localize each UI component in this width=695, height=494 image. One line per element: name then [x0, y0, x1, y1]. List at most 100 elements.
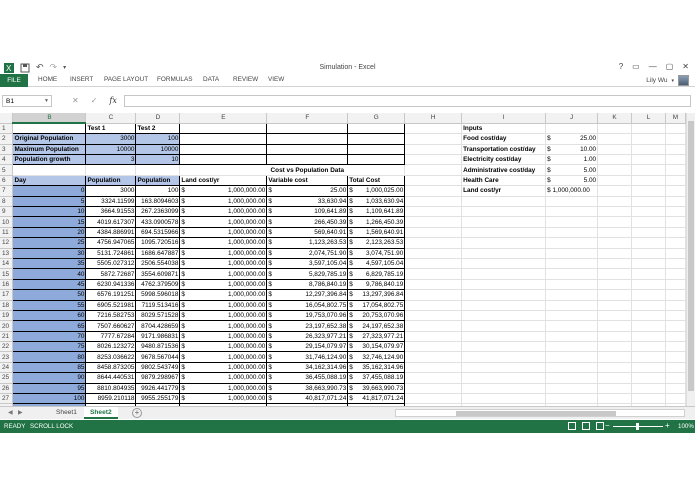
cell[interactable] — [85, 164, 137, 176]
column-header[interactable]: L — [631, 113, 666, 124]
row-header[interactable]: 14 — [0, 258, 14, 270]
cell[interactable] — [665, 185, 686, 197]
cell[interactable] — [597, 206, 633, 218]
cell[interactable] — [404, 289, 463, 301]
cell[interactable]: 60 — [12, 309, 87, 322]
column-header[interactable]: D — [135, 113, 181, 124]
cell[interactable] — [404, 383, 463, 395]
cell[interactable] — [631, 175, 666, 187]
cell[interactable]: $1,000,000.00 — [179, 393, 268, 405]
cell[interactable]: 5131.724861 — [85, 247, 137, 259]
user-account[interactable]: Lily Wu ▾ — [646, 75, 689, 86]
cell[interactable]: 100 — [12, 393, 87, 405]
cell[interactable]: $41,817,071.24 — [347, 393, 406, 405]
cell[interactable] — [631, 196, 666, 208]
cell[interactable] — [597, 341, 633, 353]
cell[interactable] — [179, 164, 267, 176]
cell[interactable] — [597, 372, 633, 384]
cell[interactable]: 267.2363099 — [135, 205, 181, 218]
chevron-down-icon[interactable]: ▼ — [44, 96, 49, 107]
cell[interactable]: 8959.210118 — [85, 393, 137, 405]
cell[interactable] — [597, 393, 633, 405]
tab-file[interactable]: FILE — [0, 74, 28, 87]
vertical-scrollbar[interactable] — [686, 113, 695, 406]
cell[interactable]: 6576.191251 — [85, 289, 137, 301]
cell[interactable] — [665, 383, 686, 395]
cell[interactable] — [347, 154, 406, 166]
cell[interactable] — [404, 154, 463, 166]
cell[interactable] — [631, 393, 666, 405]
cell[interactable] — [597, 268, 633, 280]
select-all-corner[interactable] — [0, 113, 14, 124]
cell[interactable]: 65 — [12, 320, 87, 332]
cell[interactable] — [631, 133, 666, 145]
cell[interactable] — [404, 268, 463, 280]
cell[interactable] — [631, 320, 666, 332]
cell[interactable] — [597, 300, 633, 311]
column-header[interactable]: E — [179, 113, 268, 124]
cell[interactable] — [545, 196, 599, 208]
cell[interactable] — [404, 279, 463, 291]
page-layout-view-icon[interactable] — [582, 422, 590, 430]
cell[interactable]: $109,641.89 — [266, 205, 349, 218]
cell[interactable]: $27,323,977.21 — [347, 330, 406, 343]
cell[interactable]: $1,000,000.00 — [179, 185, 268, 197]
cell[interactable]: $1,000,000.00 — [179, 372, 268, 384]
cell[interactable] — [12, 164, 87, 176]
cell[interactable] — [597, 227, 633, 239]
cell[interactable]: 5 — [12, 195, 87, 208]
cell[interactable]: $569,640.91 — [266, 226, 349, 239]
cell[interactable] — [545, 268, 599, 280]
cell[interactable]: $17,054,802.75 — [347, 299, 406, 311]
name-box[interactable]: B1 ▼ — [2, 95, 52, 107]
cell[interactable] — [461, 320, 547, 332]
cell[interactable] — [631, 279, 666, 291]
cell[interactable]: Cost vs Population Data — [266, 164, 348, 176]
cell[interactable] — [179, 154, 268, 166]
cell[interactable]: $1,000,000.00 — [179, 330, 268, 343]
cell[interactable] — [597, 289, 633, 301]
cell[interactable]: $1,000,000.00 — [179, 205, 268, 218]
cell[interactable]: 100 — [135, 185, 181, 197]
cell[interactable] — [631, 310, 666, 322]
cell[interactable]: 1686.647887 — [135, 247, 181, 259]
cell[interactable] — [461, 227, 547, 239]
cell[interactable] — [631, 144, 666, 156]
column-header[interactable]: I — [461, 113, 547, 124]
cell[interactable] — [665, 362, 686, 374]
cell[interactable]: 8810.804935 — [85, 382, 137, 395]
cell[interactable] — [545, 279, 599, 291]
cell[interactable] — [461, 258, 547, 270]
cell[interactable] — [665, 154, 686, 166]
cell[interactable] — [545, 123, 599, 135]
cell[interactable]: 4756.947065 — [85, 237, 137, 249]
cell[interactable] — [665, 268, 686, 280]
cell[interactable]: 9678.567044 — [135, 351, 181, 363]
cell[interactable]: $2,074,751.90 — [266, 247, 349, 259]
prev-sheet-icon[interactable]: ◀ — [8, 409, 13, 416]
cell[interactable]: $1,000,000.00 — [179, 299, 268, 311]
cell[interactable]: 50 — [12, 289, 87, 301]
row-header[interactable]: 11 — [0, 227, 14, 239]
cell[interactable]: $1,000,000.00 — [179, 341, 268, 353]
cell[interactable]: 55 — [12, 299, 87, 311]
insert-function-button[interactable]: fx — [109, 96, 116, 105]
cell[interactable]: 8644.440531 — [85, 372, 137, 384]
cell[interactable]: 0 — [12, 185, 87, 197]
cell[interactable]: $1,109,641.89 — [347, 205, 406, 218]
cell[interactable] — [665, 310, 686, 322]
cell[interactable] — [404, 320, 463, 332]
cell[interactable]: $2,123,263.53 — [347, 237, 406, 249]
tab-formulas[interactable]: FORMULAS — [157, 76, 193, 83]
cell[interactable]: $30,154,079.97 — [347, 341, 406, 353]
cell[interactable] — [461, 310, 547, 322]
cell[interactable]: $1,000,000.00 — [179, 257, 268, 270]
cell[interactable] — [665, 237, 686, 249]
row-header[interactable]: 18 — [0, 300, 14, 311]
cell[interactable] — [597, 185, 633, 197]
cell[interactable]: $3,074,751.90 — [347, 247, 406, 259]
cell[interactable]: 5505.027312 — [85, 257, 137, 270]
cell[interactable] — [597, 123, 633, 135]
cell[interactable]: 6905.521981 — [85, 299, 137, 311]
cell[interactable]: 9955.255179 — [135, 393, 181, 405]
